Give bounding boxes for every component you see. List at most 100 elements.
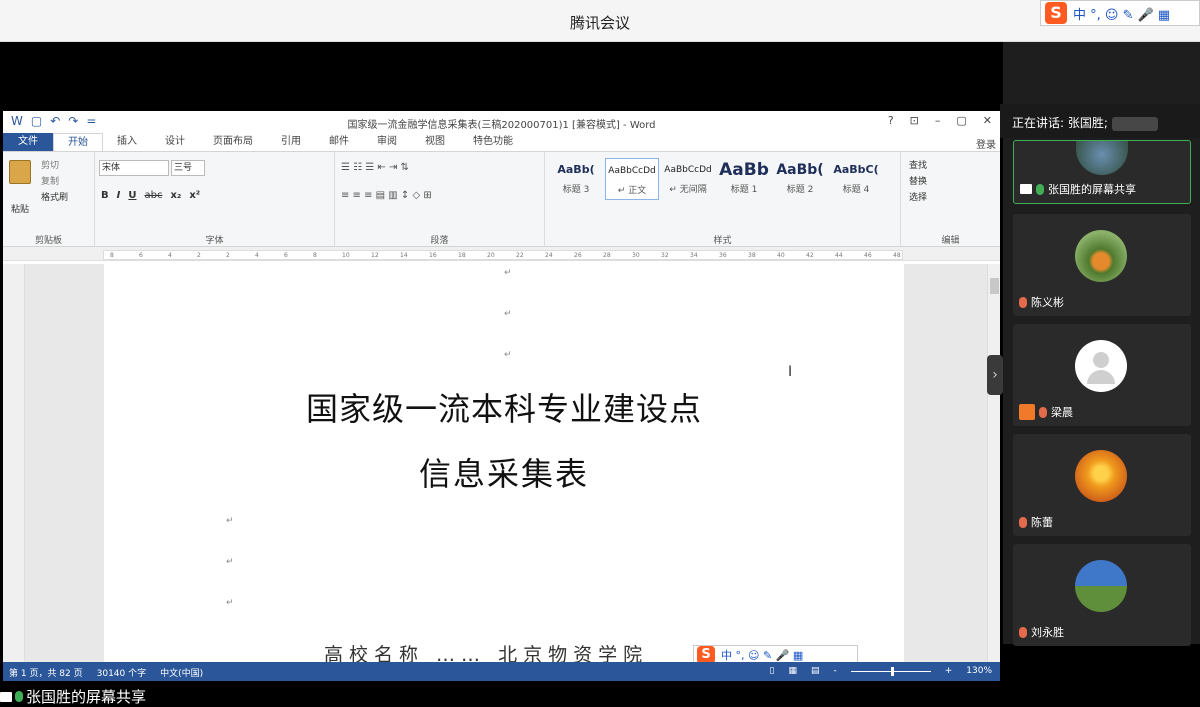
word-window: W ▢ ↶ ↷ = 国家级一流金融学信息采集表(三稿202000701)1 [兼… bbox=[3, 111, 1000, 681]
font-format-row: B I U abc x₂ x² bbox=[101, 190, 200, 201]
style-heading4[interactable]: AaBbC( 标题 4 bbox=[829, 158, 883, 200]
style-heading3[interactable]: AaBb( 标题 3 bbox=[549, 158, 603, 200]
ime-toolbar[interactable]: S 中 °, ☺ ✎ 🎤 ▦ bbox=[1040, 0, 1200, 26]
underline-button[interactable]: U bbox=[128, 190, 136, 201]
font-size-select[interactable]: 三号 bbox=[171, 160, 205, 176]
style-preview: AaBb( bbox=[557, 163, 595, 176]
share-caption-text: 张国胜的屏幕共享 bbox=[26, 688, 147, 706]
restore-icon[interactable]: ▢ bbox=[956, 114, 966, 127]
paste-icon[interactable] bbox=[9, 160, 33, 196]
participant-tile[interactable]: 刘永胜 bbox=[1013, 544, 1191, 646]
ruler-tick: 14 bbox=[400, 252, 408, 259]
paragraph-mark: ↵ bbox=[226, 598, 234, 608]
collapse-panel-button[interactable]: › bbox=[987, 355, 1003, 395]
vertical-ruler[interactable] bbox=[3, 264, 25, 662]
ruler-tick: 32 bbox=[661, 252, 669, 259]
word-count[interactable]: 30140 个字 bbox=[97, 666, 147, 679]
participant-name: 梁晨 bbox=[1051, 406, 1073, 419]
read-mode-icon[interactable]: ▯ bbox=[769, 666, 774, 676]
participant-name: 陈义彬 bbox=[1031, 296, 1064, 309]
default-avatar-icon bbox=[1075, 340, 1127, 392]
style-normal[interactable]: AaBbCcDd ↵ 正文 bbox=[605, 158, 659, 200]
word-titlebar: W ▢ ↶ ↷ = 国家级一流金融学信息采集表(三稿202000701)1 [兼… bbox=[3, 111, 1000, 133]
ruler-tick: 30 bbox=[632, 252, 640, 259]
copy-button[interactable]: 复制 bbox=[41, 174, 59, 187]
ruler-tick: 22 bbox=[516, 252, 524, 259]
language[interactable]: 中文(中国) bbox=[160, 666, 203, 679]
style-name: 标题 4 bbox=[842, 185, 870, 195]
style-no-spacing[interactable]: AaBbCcDd ↵ 无间隔 bbox=[661, 158, 715, 200]
styles-label: 样式 bbox=[713, 236, 732, 246]
document-page[interactable]: ↵ ↵ ↵ 国家级一流本科专业建设点 信息采集表 ↵ ↵ ↵ 高校名称 …… 北… bbox=[104, 264, 904, 666]
screen-share-icon bbox=[1020, 184, 1032, 194]
horizontal-ruler[interactable]: 8 6 4 2 2 4 6 8 10 12 14 16 18 20 22 24 26 28 30 32 34 36 38 40… bbox=[3, 247, 1000, 261]
ribbon-display-icon[interactable]: ⊡ bbox=[910, 114, 919, 127]
strikethrough-button[interactable]: abc bbox=[144, 190, 162, 201]
participant-tile[interactable]: 陈蕾 bbox=[1013, 434, 1191, 536]
style-preview: AaBbCcDd bbox=[664, 165, 712, 175]
document-title: 国家级一流金融学信息采集表(三稿202000701)1 [兼容模式] - Wor… bbox=[347, 120, 656, 131]
ruler-tick: 4 bbox=[168, 252, 172, 259]
paste-button[interactable]: 粘贴 bbox=[11, 202, 29, 215]
web-layout-icon[interactable]: ▤ bbox=[811, 666, 820, 676]
ruler-tick: 12 bbox=[371, 252, 379, 259]
vertical-scrollbar[interactable] bbox=[987, 264, 1000, 662]
speaking-label: 正在讲话: 张国胜; bbox=[1012, 116, 1108, 130]
ime-items[interactable]: 中 °, ☺ ✎ 🎤 ▦ bbox=[1073, 4, 1170, 23]
replace-button[interactable]: 替换 bbox=[909, 174, 927, 187]
close-icon[interactable]: ✕ bbox=[983, 114, 992, 127]
style-name: 标题 2 bbox=[786, 185, 814, 195]
subscript-button[interactable]: x₂ bbox=[170, 190, 181, 201]
find-button[interactable]: 查找 bbox=[909, 158, 927, 171]
bold-button[interactable]: B bbox=[101, 190, 109, 201]
tab-layout[interactable]: 页面布局 bbox=[199, 133, 267, 151]
cut-button[interactable]: 剪切 bbox=[41, 158, 59, 171]
minimize-icon[interactable]: – bbox=[935, 114, 941, 127]
tab-home[interactable]: 开始 bbox=[53, 133, 103, 151]
avatar bbox=[1075, 560, 1127, 612]
ruler-tick: 6 bbox=[284, 252, 288, 259]
paragraph-group: ☰ ☷ ☰ ⇤ ⇥ ⇅ ≡ ≡ ≡ ▤ ▥ ↕ ◇ ⊞ 段落 bbox=[335, 152, 545, 248]
participant-tile[interactable]: 张国胜的屏幕共享 bbox=[1013, 140, 1191, 204]
align-icons[interactable]: ≡ ≡ ≡ ▤ ▥ ↕ ◇ ⊞ bbox=[341, 190, 432, 201]
select-button[interactable]: 选择 bbox=[909, 190, 927, 203]
style-heading1[interactable]: AaBb 标题 1 bbox=[717, 158, 771, 200]
list-icons[interactable]: ☰ ☷ ☰ ⇤ ⇥ ⇅ bbox=[341, 162, 409, 173]
ruler-tick: 6 bbox=[139, 252, 143, 259]
style-preview: AaBb bbox=[719, 160, 769, 180]
zoom-level[interactable]: 130% bbox=[966, 666, 992, 676]
ime-items[interactable]: 中 °, ☺ ✎ 🎤 ▦ bbox=[721, 647, 803, 663]
help-icon[interactable]: ? bbox=[888, 114, 894, 127]
login-link[interactable]: 登录 bbox=[976, 136, 996, 151]
paragraph-mark: ↵ bbox=[504, 309, 512, 319]
zoom-slider[interactable] bbox=[850, 666, 931, 676]
zoom-in-button[interactable]: + bbox=[945, 666, 953, 676]
superscript-button[interactable]: x² bbox=[189, 190, 200, 201]
scrollbar-thumb[interactable] bbox=[990, 278, 999, 294]
zoom-out-button[interactable]: - bbox=[833, 666, 836, 676]
heading-subtitle: 信息采集表 bbox=[418, 455, 589, 493]
print-layout-icon[interactable]: ▦ bbox=[788, 666, 797, 676]
participant-tile[interactable]: 陈义彬 bbox=[1013, 214, 1191, 316]
ribbon: 粘贴 剪切 复制 格式刷 剪贴板 宋体 三号 B I U abc x₂ x² 字… bbox=[3, 151, 1000, 248]
tab-view[interactable]: 视图 bbox=[411, 133, 459, 151]
avatar bbox=[1075, 450, 1127, 502]
ruler-tick: 28 bbox=[603, 252, 611, 259]
tab-design[interactable]: 设计 bbox=[151, 133, 199, 151]
ruler-tick: 2 bbox=[226, 252, 230, 259]
tab-references[interactable]: 引用 bbox=[267, 133, 315, 151]
page-count[interactable]: 第 1 页，共 82 页 bbox=[9, 666, 83, 679]
ruler-tick: 8 bbox=[313, 252, 317, 259]
participant-tile[interactable]: 梁晨 bbox=[1013, 324, 1191, 426]
font-name-select[interactable]: 宋体 bbox=[99, 160, 169, 176]
tab-mailings[interactable]: 邮件 bbox=[315, 133, 363, 151]
tab-features[interactable]: 特色功能 bbox=[459, 133, 527, 151]
tab-review[interactable]: 审阅 bbox=[363, 133, 411, 151]
ruler-tick: 38 bbox=[748, 252, 756, 259]
style-name: 标题 3 bbox=[562, 185, 590, 195]
tab-insert[interactable]: 插入 bbox=[103, 133, 151, 151]
style-heading2[interactable]: AaBb( 标题 2 bbox=[773, 158, 827, 200]
tab-file[interactable]: 文件 bbox=[3, 133, 53, 151]
format-painter-button[interactable]: 格式刷 bbox=[41, 190, 68, 203]
italic-button[interactable]: I bbox=[117, 190, 121, 201]
